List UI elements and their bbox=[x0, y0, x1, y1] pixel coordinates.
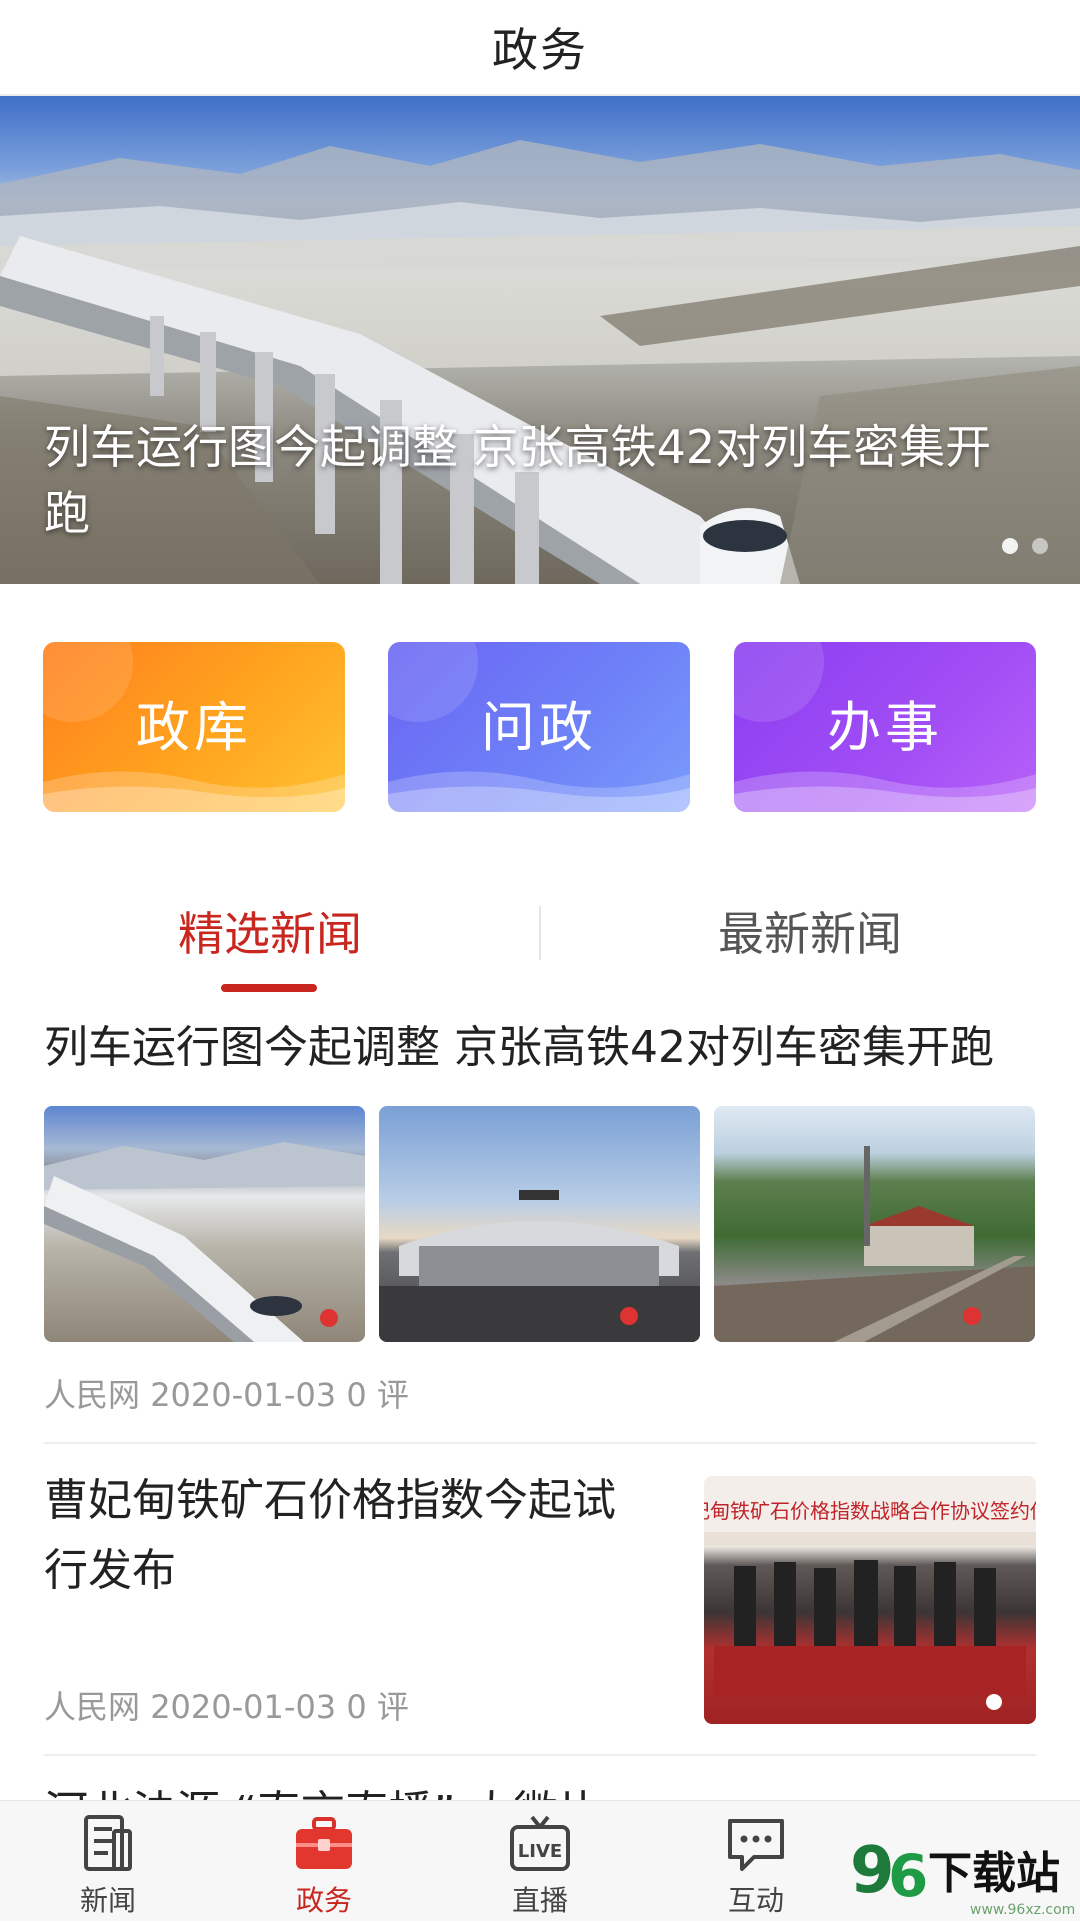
tile-label: 政库 bbox=[136, 695, 252, 759]
carousel-dots bbox=[1002, 538, 1048, 554]
carousel-dot[interactable] bbox=[1032, 538, 1048, 554]
banner-carousel[interactable]: 列车运行图今起调整 京张高铁42对列车密集开跑 bbox=[0, 96, 1080, 584]
nav-label: 新闻 bbox=[79, 1884, 136, 1917]
news-source: 人民网 bbox=[44, 1688, 141, 1726]
news-date: 2020-01-03 bbox=[150, 1688, 337, 1726]
briefcase-icon bbox=[296, 1817, 352, 1869]
news-item[interactable]: 曹妃甸铁矿石价格指数今起试行发布 人民网 2020-01-03 0 评 曹妃甸铁… bbox=[44, 1466, 1036, 1746]
news-thumbnail[interactable] bbox=[44, 1106, 365, 1342]
nav-label: 政务 bbox=[295, 1884, 352, 1917]
tab-selected-news[interactable]: 精选新闻 bbox=[70, 892, 470, 976]
tile-banshi-button[interactable]: 办事 bbox=[734, 642, 1036, 812]
news-thumbnail[interactable] bbox=[379, 1106, 700, 1342]
tile-label: 办事 bbox=[827, 695, 943, 759]
news-meta: 人民网 2020-01-03 0 评 bbox=[44, 1370, 409, 1416]
chat-bubble-icon bbox=[728, 1819, 784, 1871]
news-comments: 0 评 bbox=[346, 1688, 409, 1726]
news-icon bbox=[84, 1815, 132, 1871]
news-thumbnails bbox=[44, 1106, 1035, 1342]
tab-latest-news[interactable]: 最新新闻 bbox=[610, 892, 1010, 976]
news-title[interactable]: 曹妃甸铁矿石价格指数今起试行发布 bbox=[44, 1466, 654, 1606]
tab-indicator bbox=[221, 984, 317, 992]
nav-government[interactable]: 政务 bbox=[216, 1801, 432, 1921]
news-date: 2020-01-03 bbox=[150, 1376, 337, 1414]
nav-label: 互动 bbox=[727, 1884, 784, 1917]
nav-label: 直播 bbox=[511, 1884, 568, 1917]
svg-text:6: 6 bbox=[888, 1842, 928, 1910]
tile-wenzheng-button[interactable]: 问政 bbox=[388, 642, 690, 812]
news-item[interactable]: 列车运行图今起调整 京张高铁42对列车密集开跑 人民网 2020-01-03 0… bbox=[44, 1016, 1036, 1414]
svg-text:LIVE: LIVE bbox=[518, 1841, 562, 1862]
live-tv-icon: LIVE bbox=[510, 1815, 570, 1871]
news-title[interactable]: 列车运行图今起调整 京张高铁42对列车密集开跑 bbox=[44, 1016, 1036, 1080]
nav-news[interactable]: 新闻 bbox=[0, 1801, 216, 1921]
tile-label: 问政 bbox=[481, 695, 597, 759]
site-watermark-logo: 9 6 下载站 www.96xz.com bbox=[850, 1822, 1080, 1920]
tab-divider bbox=[539, 906, 541, 960]
svg-text:下载站: 下载站 bbox=[928, 1848, 1060, 1899]
page-title: 政务 bbox=[492, 23, 588, 77]
svg-text:www.96xz.com: www.96xz.com bbox=[970, 1902, 1075, 1918]
banner-caption[interactable]: 列车运行图今起调整 京张高铁42对列车密集开跑 bbox=[44, 414, 1024, 546]
nav-interaction[interactable]: 互动 bbox=[648, 1801, 864, 1921]
news-tabs: 精选新闻 最新新闻 bbox=[0, 892, 1080, 992]
carousel-dot[interactable] bbox=[1002, 538, 1018, 554]
news-source: 人民网 bbox=[44, 1376, 141, 1414]
thumbnail-headline: 曹妃甸铁矿石价格指数战略合作协议签约仪式 bbox=[704, 1499, 1036, 1523]
page-header: 政务 bbox=[0, 0, 1080, 96]
news-meta: 人民网 2020-01-03 0 评 bbox=[44, 1682, 409, 1728]
nav-live[interactable]: LIVE 直播 bbox=[432, 1801, 648, 1921]
divider bbox=[44, 1754, 1036, 1756]
divider bbox=[44, 1442, 1036, 1444]
news-thumbnail[interactable]: 曹妃甸铁矿石价格指数战略合作协议签约仪式 bbox=[704, 1476, 1036, 1724]
news-thumbnail[interactable] bbox=[714, 1106, 1035, 1342]
tile-zhengku-button[interactable]: 政库 bbox=[43, 642, 345, 812]
news-comments: 0 评 bbox=[346, 1376, 409, 1414]
